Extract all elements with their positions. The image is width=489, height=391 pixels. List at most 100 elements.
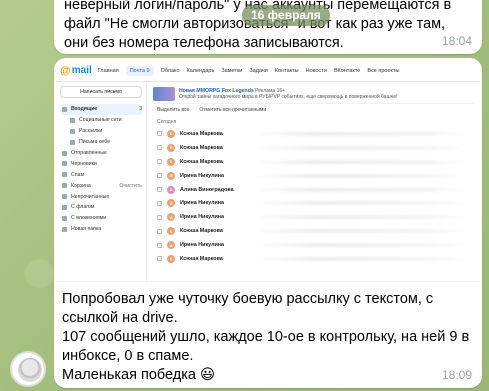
sender-initial-avatar: И [167, 171, 175, 180]
folder-item: Письма себе [60, 137, 142, 148]
ad-thumbnail [153, 86, 175, 101]
row-sender: Ксюша Маркова [180, 255, 223, 262]
select-all: Выделить все [157, 107, 190, 113]
row-blurred-subject [250, 229, 470, 234]
row-checkbox [157, 200, 162, 206]
nav-item: ВКонтакте [333, 67, 361, 74]
row-checkbox [157, 131, 162, 137]
folder-label: С вложениями [71, 215, 107, 222]
message-time: 18:04 [441, 34, 472, 48]
sender-initial-avatar: И [167, 199, 175, 208]
folder-icon [62, 226, 67, 232]
mark-read: Отметить все прочитанными [199, 107, 267, 113]
folder-count: Очистить [119, 182, 142, 189]
folder-item: Корзина Очистить [60, 180, 142, 191]
row-blurred-subject [250, 215, 470, 220]
folder-label: Входящие [71, 106, 98, 113]
sender-initial-avatar: К [167, 157, 175, 166]
folder-count: 3 [139, 106, 142, 113]
row-blurred-subject [250, 187, 470, 192]
ad-subtitle: Открой тайны загадочного мира в РУБ/РVP … [179, 93, 398, 100]
row-sender: Ирина Никулина [180, 214, 225, 221]
folder-item: Спам [60, 169, 142, 180]
mail-row: И Ирина Никулина [147, 210, 480, 224]
folder-icon [70, 117, 75, 123]
folder-label: Черновики [71, 160, 97, 167]
message-line-3: Маленькая победка [62, 367, 196, 383]
sender-initial-avatar: А [167, 185, 175, 194]
folder-item: С флагом [60, 202, 142, 213]
folder-label: Спам [71, 171, 85, 178]
folder-item: Новая папка [60, 224, 142, 235]
write-button: Написать письмо [60, 86, 142, 98]
row-blurred-subject [250, 243, 470, 248]
folder-item: С вложениями [60, 213, 142, 224]
folder-icon [62, 161, 67, 167]
row-blurred-subject [250, 201, 470, 206]
row-checkbox [157, 159, 162, 165]
message-bubble-previous[interactable]: неверный логин/пароль" у нас аккаунты пе… [54, 0, 482, 54]
date-separator: 16 февраля [242, 5, 330, 26]
row-blurred-subject [250, 159, 470, 164]
row-checkbox [157, 145, 162, 151]
folder-label: Отправленные [71, 150, 107, 156]
row-blurred-subject [250, 173, 470, 178]
message-line-2: 107 сообщений ушло, каждое 10-ое в контр… [62, 329, 470, 364]
row-checkbox [157, 228, 162, 234]
row-blurred-subject [250, 131, 470, 136]
folder-label: Социальные сети [79, 117, 122, 124]
nav-item: Почта 9 [125, 65, 154, 76]
folder-icon [62, 194, 67, 200]
message-line-1: Попробовал уже чуточку боевую рассылку с… [62, 291, 434, 326]
folder-label: С флагом [71, 204, 95, 211]
nav-item: Задачи [249, 67, 268, 74]
ad-title: Новая MMORPG Fox Legends [179, 87, 254, 94]
at-icon: @ [60, 64, 71, 77]
folder-icon [70, 139, 75, 145]
mail-row: И Ирина Никулина [147, 196, 480, 210]
folder-list: Входящие 3 Социальные сети Рассылки Письма с… [60, 104, 142, 235]
row-sender: Ксюша Маркова [180, 228, 223, 235]
folder-item: Социальные сети [60, 115, 142, 126]
message-text: Попробовал уже чуточку боевую рассылку с… [62, 290, 474, 385]
mail-row: К Ксюша Маркова [147, 141, 480, 155]
folder-icon [62, 215, 67, 221]
folder-icon [62, 204, 67, 210]
smile-emoji-icon: 😃 [200, 367, 216, 383]
sender-initial-avatar: К [167, 143, 175, 152]
row-checkbox [157, 173, 162, 179]
row-sender: Ксюша Маркова [180, 158, 223, 165]
nav-item: Главная [97, 67, 119, 74]
message-list: Новая MMORPG Fox Legends Реклама 16+ Отк… [146, 82, 480, 281]
folder-label: Новая папка [71, 226, 102, 233]
folder-label: Письма себе [79, 139, 111, 146]
mail-topbar: @ mail Главная Почта 9 Облако Календарь Заме… [56, 60, 480, 82]
attached-screenshot[interactable]: @ mail Главная Почта 9 Облако Календарь Заме… [56, 60, 480, 282]
mail-row: К Ксюша Маркова [147, 224, 480, 238]
mail-row: К Ксюша Маркова [147, 155, 480, 169]
folder-icon [62, 106, 67, 112]
mail-row: И Ирина Никулина [147, 169, 480, 183]
nav-item: Все проекты [367, 67, 400, 74]
nav-item: Календарь [186, 67, 215, 74]
row-sender: Ирина Никулина [180, 200, 225, 207]
sender-avatar[interactable] [10, 351, 46, 387]
row-sender: Ксюша Маркова [180, 130, 223, 137]
section-today: Сегодня [157, 118, 177, 125]
folder-icon [62, 183, 67, 189]
row-blurred-subject [250, 256, 470, 261]
row-checkbox [157, 242, 162, 248]
folder-item: Отправленные [60, 148, 142, 159]
sender-initial-avatar: К [167, 254, 175, 263]
sender-initial-avatar: И [167, 213, 175, 222]
logo-text: mail [71, 65, 92, 76]
message-bubble-photo[interactable]: @ mail Главная Почта 9 Облако Календарь Заме… [54, 58, 482, 388]
message-time: 18:09 [441, 368, 472, 382]
nav-item: Заметки [221, 67, 243, 74]
folder-item: Черновики [60, 158, 142, 169]
mail-nav: Главная Почта 9 Облако Календарь Заметки Зада… [97, 65, 400, 76]
sender-initial-avatar: И [167, 241, 175, 250]
nav-item: Контакты [274, 67, 299, 74]
list-toolbar: Выделить все Отметить все прочитанными [147, 104, 480, 116]
sender-initial-avatar: К [167, 129, 175, 138]
